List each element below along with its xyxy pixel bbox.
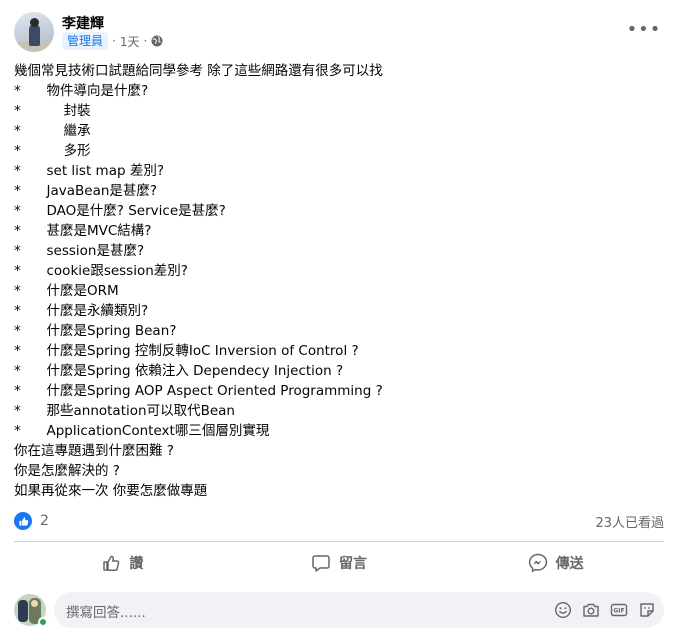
author-avatar[interactable] bbox=[14, 12, 54, 52]
meta-separator: · bbox=[143, 34, 148, 48]
admin-badge: 管理員 bbox=[62, 32, 109, 50]
post-time[interactable]: 1天 bbox=[120, 33, 140, 50]
author-name[interactable]: 李建輝 bbox=[62, 13, 104, 33]
post-line: * 什麼是永續類別? bbox=[14, 303, 149, 319]
comment-tools: GIF bbox=[552, 599, 658, 621]
post-line: 如果再從來一次 你要怎麼做專題 bbox=[14, 483, 208, 499]
divider bbox=[14, 541, 664, 542]
post-line: * 封裝 bbox=[14, 103, 91, 119]
more-options-button[interactable]: ••• bbox=[626, 18, 662, 42]
post-line: * set list map 差別? bbox=[14, 163, 164, 179]
post-line: * cookie跟session差別? bbox=[14, 263, 188, 279]
post-line: * session是甚麼? bbox=[14, 243, 145, 259]
post-line: * 那些annotation可以取代Bean bbox=[14, 403, 235, 419]
reaction-count[interactable]: 2 bbox=[40, 513, 49, 529]
post-line: * JavaBean是甚麼? bbox=[14, 183, 158, 199]
share-button[interactable]: 傳送 bbox=[447, 546, 664, 580]
post-line: 幾個常見技術口試題給同學參考 除了這些網路還有很多可以找 bbox=[14, 63, 383, 79]
post-card: 李建輝 管理員 · 1天 · ••• 幾個常見技術口試題給同學參考 除了這些網路… bbox=[0, 0, 678, 630]
post-line: * 什麼是Spring 依賴注入 Dependecy Injection ? bbox=[14, 363, 344, 379]
like-button[interactable]: 讚 bbox=[14, 546, 231, 580]
post-line: * 什麼是Spring 控制反轉IoC Inversion of Control… bbox=[14, 343, 359, 359]
post-line: * 繼承 bbox=[14, 123, 91, 139]
comment-button[interactable]: 留言 bbox=[231, 546, 448, 580]
post-line: * 什麼是Spring AOP Aspect Oriented Programm… bbox=[14, 383, 383, 399]
post-line: 你在這專題遇到什麼困難 ? bbox=[14, 443, 174, 459]
thumbs-up-badge-icon[interactable] bbox=[14, 512, 32, 530]
more-icon: ••• bbox=[626, 19, 662, 40]
seen-count[interactable]: 23人已看過 bbox=[595, 512, 664, 531]
avatar-face bbox=[31, 600, 38, 607]
action-bar: 讚 留言 傳送 bbox=[14, 546, 664, 580]
thumbs-up-icon bbox=[103, 555, 120, 571]
avatar-figure bbox=[18, 600, 28, 622]
post-header: 李建輝 管理員 · 1天 · ••• bbox=[0, 0, 678, 60]
post-line: * 物件導向是什麼? bbox=[14, 83, 149, 99]
meta-separator: · bbox=[112, 34, 116, 48]
post-meta: 管理員 · 1天 · bbox=[62, 32, 163, 50]
post-line: * 甚麼是MVC結構? bbox=[14, 223, 152, 239]
sticker-icon[interactable] bbox=[636, 599, 658, 621]
post-line: * 多形 bbox=[14, 143, 91, 159]
speech-bubble-icon bbox=[312, 555, 330, 572]
messenger-icon bbox=[528, 553, 547, 573]
smiley-icon[interactable] bbox=[552, 599, 574, 621]
comment-composer: 撰寫回答...... GIF bbox=[14, 592, 664, 628]
like-label: 讚 bbox=[129, 556, 144, 572]
online-status-dot bbox=[38, 617, 48, 627]
post-line: * 什麼是ORM bbox=[14, 283, 119, 299]
post-line: 你是怎麼解決的 ? bbox=[14, 463, 120, 479]
avatar-figure bbox=[29, 24, 40, 46]
comment-input[interactable]: 撰寫回答...... GIF bbox=[54, 592, 664, 628]
comment-label: 留言 bbox=[339, 556, 367, 572]
comment-placeholder: 撰寫回答...... bbox=[66, 605, 146, 621]
post-line: * 什麼是Spring Bean? bbox=[14, 323, 177, 339]
post-text: 幾個常見技術口試題給同學參考 除了這些網路還有很多可以找 * 物件導向是什麼? * … bbox=[14, 61, 664, 501]
svg-text:GIF: GIF bbox=[613, 608, 624, 615]
post-line: * ApplicationContext哪三個層別實現 bbox=[14, 423, 270, 439]
gif-icon[interactable]: GIF bbox=[608, 599, 630, 621]
globe-icon bbox=[151, 35, 163, 47]
camera-icon[interactable] bbox=[580, 599, 602, 621]
post-line: * DAO是什麼? Service是甚麼? bbox=[14, 203, 226, 219]
avatar-head bbox=[30, 18, 39, 27]
share-label: 傳送 bbox=[555, 556, 584, 572]
reaction-summary: 2 23人已看過 bbox=[14, 510, 664, 532]
